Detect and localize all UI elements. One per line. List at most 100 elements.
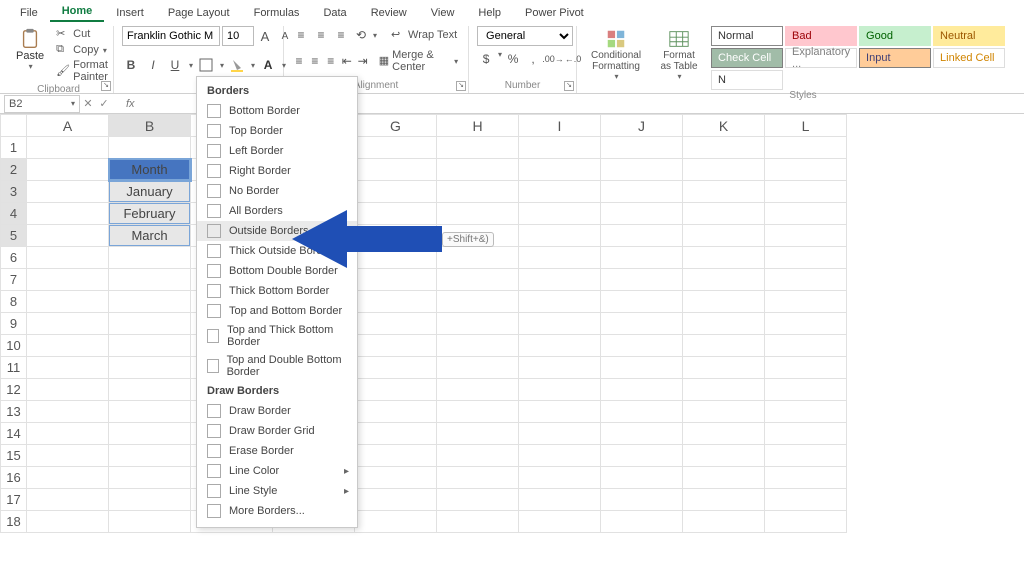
cell-H14[interactable]	[437, 423, 519, 445]
cell-K14[interactable]	[683, 423, 765, 445]
cell-A15[interactable]	[27, 445, 109, 467]
cell-K3[interactable]	[683, 181, 765, 203]
cell-B6[interactable]	[109, 247, 191, 269]
cell-J15[interactable]	[601, 445, 683, 467]
cell-J9[interactable]	[601, 313, 683, 335]
cell-K15[interactable]	[683, 445, 765, 467]
select-all-corner[interactable]	[1, 115, 27, 137]
cell-K17[interactable]	[683, 489, 765, 511]
cell-A6[interactable]	[27, 247, 109, 269]
cell-K13[interactable]	[683, 401, 765, 423]
tab-review[interactable]: Review	[359, 4, 419, 22]
cell-G16[interactable]	[355, 467, 437, 489]
cell-B15[interactable]	[109, 445, 191, 467]
cell-B2[interactable]: Month	[109, 159, 191, 181]
cut-button[interactable]: ✂ Cut	[54, 26, 110, 42]
align-right-button[interactable]: ≡	[324, 52, 338, 70]
merge-center-button[interactable]: ▦ Merge & Center▾	[377, 48, 460, 74]
cell-K5[interactable]	[683, 225, 765, 247]
worksheet-grid[interactable]: ABEFGHIJKL12Month3January4February5March…	[0, 114, 1024, 533]
cell-B3[interactable]: January	[109, 181, 191, 203]
name-box[interactable]: B2▾	[4, 95, 80, 113]
cell-L7[interactable]	[765, 269, 847, 291]
font-size-combo[interactable]	[222, 26, 254, 46]
tab-page-layout[interactable]: Page Layout	[156, 4, 242, 22]
tab-view[interactable]: View	[419, 4, 467, 22]
cell-A11[interactable]	[27, 357, 109, 379]
italic-button[interactable]: I	[144, 56, 162, 74]
increase-decimal-button[interactable]: .00→	[544, 50, 562, 68]
cell-B5[interactable]: March	[109, 225, 191, 247]
cell-L2[interactable]	[765, 159, 847, 181]
border-option-bottom-double-border[interactable]: Bottom Double Border	[197, 261, 357, 281]
col-header-K[interactable]: K	[683, 115, 765, 137]
cell-L16[interactable]	[765, 467, 847, 489]
cell-J5[interactable]	[601, 225, 683, 247]
decrease-indent-button[interactable]: ⇤	[340, 52, 354, 70]
row-header-6[interactable]: 6	[1, 247, 27, 269]
row-header-14[interactable]: 14	[1, 423, 27, 445]
align-center-button[interactable]: ≡	[308, 52, 322, 70]
cell-I10[interactable]	[519, 335, 601, 357]
orientation-button[interactable]: ⟲	[352, 26, 370, 44]
border-option-thick-outside-borders[interactable]: Thick Outside Borders	[197, 241, 357, 261]
cell-A14[interactable]	[27, 423, 109, 445]
cell-G15[interactable]	[355, 445, 437, 467]
cell-L10[interactable]	[765, 335, 847, 357]
cell-K8[interactable]	[683, 291, 765, 313]
cell-J11[interactable]	[601, 357, 683, 379]
cell-B12[interactable]	[109, 379, 191, 401]
underline-button[interactable]: U	[166, 56, 184, 74]
format-as-table-button[interactable]: Format as Table▾	[653, 26, 705, 83]
cell-H13[interactable]	[437, 401, 519, 423]
cell-I1[interactable]	[519, 137, 601, 159]
cell-K7[interactable]	[683, 269, 765, 291]
border-option-left-border[interactable]: Left Border	[197, 141, 357, 161]
border-option-outside-borders[interactable]: Outside Borders	[197, 221, 357, 241]
cell-K18[interactable]	[683, 511, 765, 533]
tab-insert[interactable]: Insert	[104, 4, 156, 22]
conditional-formatting-button[interactable]: Conditional Formatting▾	[585, 26, 647, 83]
style-explanatory-[interactable]: Explanatory ...	[785, 48, 857, 68]
cell-A4[interactable]	[27, 203, 109, 225]
wrap-text-button[interactable]: ↩ Wrap Text	[389, 27, 459, 43]
cell-J14[interactable]	[601, 423, 683, 445]
cell-A7[interactable]	[27, 269, 109, 291]
cell-I3[interactable]	[519, 181, 601, 203]
cell-G7[interactable]	[355, 269, 437, 291]
row-header-8[interactable]: 8	[1, 291, 27, 313]
border-option-top-and-double-bottom-border[interactable]: Top and Double Bottom Border	[197, 351, 357, 381]
cell-H11[interactable]	[437, 357, 519, 379]
row-header-17[interactable]: 17	[1, 489, 27, 511]
cell-H9[interactable]	[437, 313, 519, 335]
cell-L11[interactable]	[765, 357, 847, 379]
row-header-3[interactable]: 3	[1, 181, 27, 203]
cell-B4[interactable]: February	[109, 203, 191, 225]
cell-L18[interactable]	[765, 511, 847, 533]
align-left-button[interactable]: ≡	[292, 52, 306, 70]
increase-font-button[interactable]: A	[256, 27, 274, 45]
cell-G5[interactable]	[355, 225, 437, 247]
style-bad[interactable]: Bad	[785, 26, 857, 46]
cell-H3[interactable]	[437, 181, 519, 203]
row-header-10[interactable]: 10	[1, 335, 27, 357]
borders-button[interactable]	[197, 56, 215, 74]
number-dialog-launcher[interactable]: ↘	[564, 81, 574, 91]
cell-I14[interactable]	[519, 423, 601, 445]
tab-help[interactable]: Help	[466, 4, 513, 22]
cell-L1[interactable]	[765, 137, 847, 159]
cell-H17[interactable]	[437, 489, 519, 511]
cell-A3[interactable]	[27, 181, 109, 203]
cell-G9[interactable]	[355, 313, 437, 335]
cell-J3[interactable]	[601, 181, 683, 203]
border-option-top-and-thick-bottom-border[interactable]: Top and Thick Bottom Border	[197, 321, 357, 351]
row-header-13[interactable]: 13	[1, 401, 27, 423]
cell-K16[interactable]	[683, 467, 765, 489]
border-option-right-border[interactable]: Right Border	[197, 161, 357, 181]
border-option-no-border[interactable]: No Border	[197, 181, 357, 201]
increase-indent-button[interactable]: ⇥	[356, 52, 370, 70]
cell-G4[interactable]	[355, 203, 437, 225]
cell-A8[interactable]	[27, 291, 109, 313]
row-header-4[interactable]: 4	[1, 203, 27, 225]
cell-G11[interactable]	[355, 357, 437, 379]
